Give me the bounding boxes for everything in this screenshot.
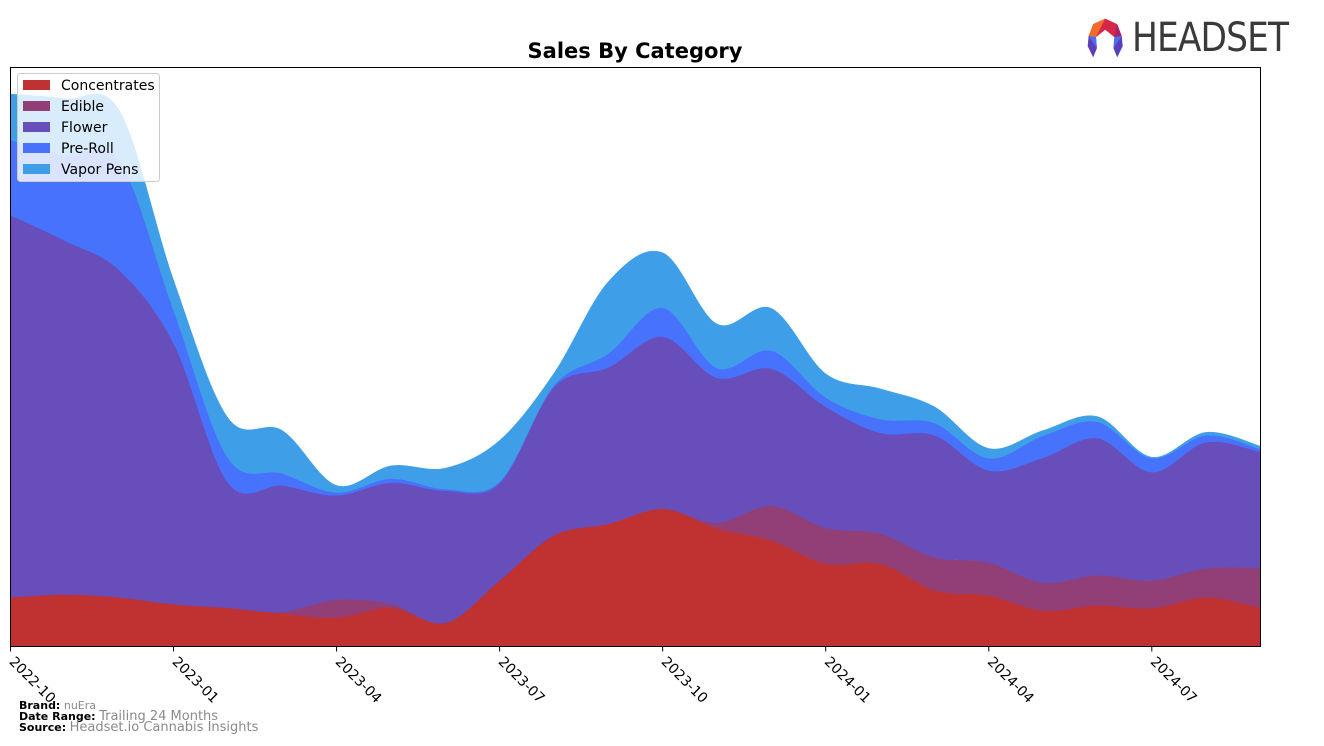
legend-swatch [23, 143, 50, 153]
sales-by-category-chart: Sales By Category 2022-10 2023-01 2023-04 2… [6, 39, 1261, 707]
source-value: Headset.io Cannabis Insights [69, 720, 259, 735]
headset-logo-text: HEADSET [1132, 15, 1289, 61]
x-tick-label: 2023-10 [658, 654, 711, 707]
x-axis: 2022-10 2023-01 2023-04 2023-07 2023-10 2024-… [6, 646, 1200, 707]
legend-label: Vapor Pens [61, 162, 138, 178]
legend-swatch [23, 80, 50, 90]
x-tick-label: 2023-01 [169, 654, 222, 707]
legend-swatch [23, 164, 50, 174]
legend-label: Edible [61, 99, 104, 115]
x-tick-label: 2023-04 [332, 654, 385, 707]
source-label: Source: [19, 721, 67, 734]
area-layers [10, 93, 1261, 647]
legend-label: Concentrates [61, 78, 155, 94]
legend-swatch [23, 101, 50, 111]
headset-logo-icon [1087, 18, 1123, 58]
x-tick-label: 2023-07 [495, 654, 548, 707]
x-tick-label: 2024-04 [984, 654, 1037, 707]
x-tick-label: 2024-07 [1147, 654, 1200, 707]
legend: Concentrates Edible Flower Pre-Roll Vapor Pe… [17, 73, 160, 182]
chart-title: Sales By Category [528, 39, 743, 63]
legend-swatch [23, 122, 50, 132]
legend-label: Pre-Roll [61, 141, 114, 157]
headset-logo: HEADSET [1084, 12, 1314, 64]
source-row: Source: Headset.io Cannabis Insights [19, 720, 259, 735]
x-tick-label: 2024-01 [821, 654, 874, 707]
legend-label: Flower [61, 120, 108, 136]
chart-footer: Brand: nuEra Date Range: Trailing 24 Mon… [19, 700, 259, 735]
